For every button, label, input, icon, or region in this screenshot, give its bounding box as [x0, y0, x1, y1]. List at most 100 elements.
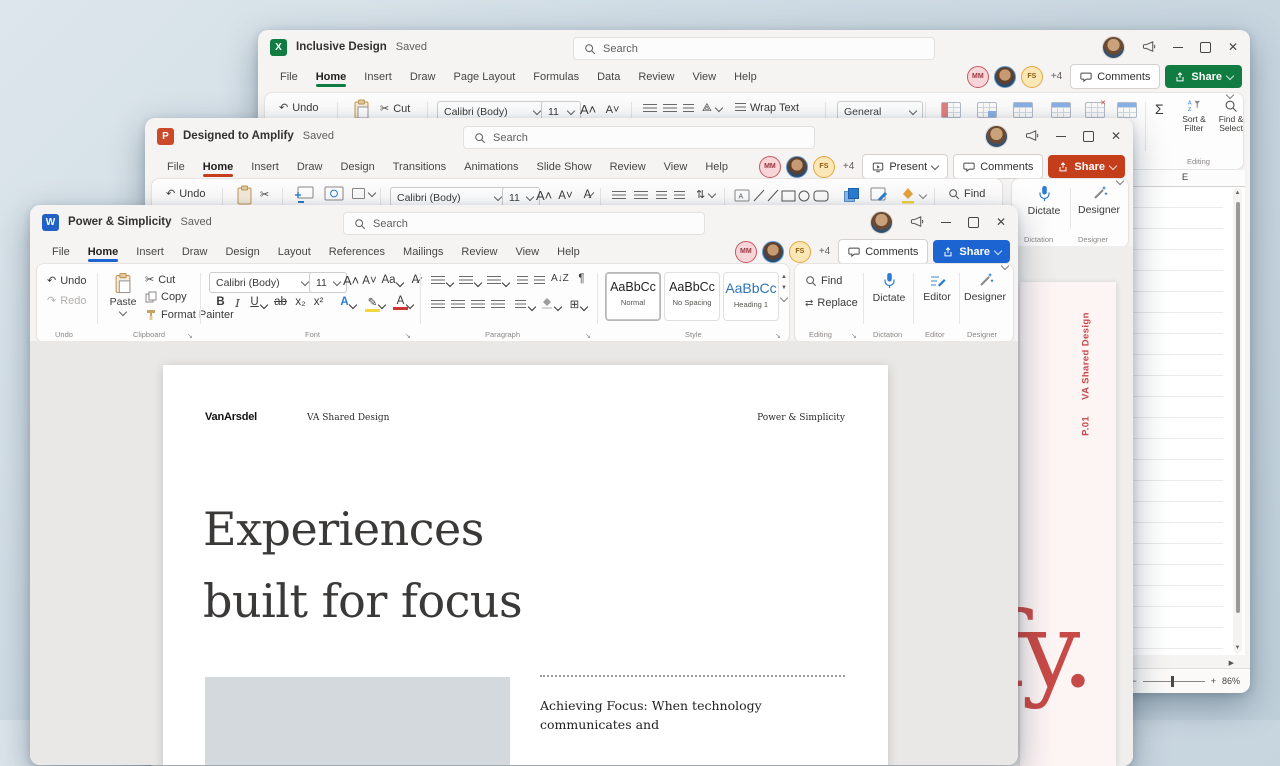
decrease-indent-button[interactable]: [517, 276, 528, 286]
styles-gallery-up-arrow[interactable]: ▲: [781, 274, 787, 280]
collaborator-avatar-fs[interactable]: FS: [788, 240, 811, 263]
underline-button[interactable]: U: [247, 296, 262, 308]
document-page[interactable]: VanArsdel VA Shared Design Power & Simpl…: [163, 365, 888, 765]
tab-data[interactable]: Data: [589, 68, 628, 86]
user-avatar[interactable]: [1101, 35, 1125, 59]
indent-increase-button[interactable]: [674, 191, 685, 201]
collaborator-avatar-photo[interactable]: [785, 155, 808, 178]
collaborator-overflow-count[interactable]: +4: [843, 161, 854, 172]
tab-file[interactable]: File: [159, 158, 193, 176]
tab-design[interactable]: Design: [332, 158, 382, 176]
align-center-button[interactable]: [451, 300, 465, 310]
user-avatar[interactable]: [984, 124, 1008, 148]
sheet-nav-arrow[interactable]: ▶: [1229, 659, 1234, 667]
collaborator-overflow-count[interactable]: +4: [819, 246, 830, 257]
tab-file[interactable]: File: [44, 243, 78, 261]
styles-gallery-expand[interactable]: [779, 293, 789, 303]
grow-font-button[interactable]: A˄: [536, 188, 552, 203]
font-dialog-launcher[interactable]: ↘: [405, 332, 411, 340]
comments-button[interactable]: Comments: [953, 154, 1044, 179]
style-dialog-launcher[interactable]: ↘: [775, 332, 781, 340]
minimize-button[interactable]: [1055, 135, 1066, 137]
tab-references[interactable]: References: [321, 243, 393, 261]
collaborator-avatar-mm[interactable]: MM: [758, 155, 781, 178]
maximize-button[interactable]: [1199, 41, 1211, 53]
designer-button[interactable]: Designer: [1076, 185, 1122, 216]
tab-layout[interactable]: Layout: [270, 243, 319, 261]
format-painter-button[interactable]: Format Painter: [145, 309, 234, 321]
zoom-slider[interactable]: [1142, 675, 1205, 687]
superscript-button[interactable]: x²: [311, 296, 326, 308]
tab-mailings[interactable]: Mailings: [395, 243, 451, 261]
tab-draw[interactable]: Draw: [174, 243, 216, 261]
font-size-select[interactable]: 11: [309, 272, 347, 293]
excel-search-box[interactable]: Search: [573, 37, 935, 60]
tab-review[interactable]: Review: [602, 158, 654, 176]
tab-view[interactable]: View: [684, 68, 724, 86]
excel-sheet-area[interactable]: E ▲ ▼: [1124, 170, 1245, 655]
delete-cells-button[interactable]: [1085, 99, 1106, 118]
style-heading-1[interactable]: AaBbCc Heading 1: [723, 272, 779, 321]
strikethrough-button[interactable]: ab: [273, 296, 288, 308]
line-spacing-button[interactable]: [515, 300, 526, 310]
collaborator-avatar-fs[interactable]: FS: [1020, 65, 1043, 88]
grow-font-button[interactable]: A˄: [343, 273, 359, 288]
collaborator-avatar-photo[interactable]: [761, 240, 784, 263]
tab-design[interactable]: Design: [217, 243, 267, 261]
comments-button[interactable]: Comments: [1070, 64, 1161, 89]
minimize-button[interactable]: [940, 221, 951, 223]
numbering-button[interactable]: [634, 191, 648, 201]
grow-font-button[interactable]: A˄: [580, 102, 596, 117]
collaborator-avatar-fs[interactable]: FS: [812, 155, 835, 178]
tab-home[interactable]: Home: [80, 243, 127, 262]
styles-gallery-down-arrow[interactable]: ▼: [781, 285, 787, 291]
editor-button[interactable]: Editor: [919, 272, 955, 303]
tab-help[interactable]: Help: [549, 243, 588, 261]
ribbon-collapse-chevron[interactable]: [1225, 90, 1235, 100]
scroll-down-arrow[interactable]: ▼: [1233, 645, 1242, 651]
format-button[interactable]: [1117, 102, 1137, 118]
tab-help[interactable]: Help: [726, 68, 765, 86]
shape-fill-button[interactable]: [900, 186, 916, 204]
align-middle-icon[interactable]: [663, 104, 677, 114]
shapes-gallery[interactable]: A: [734, 187, 832, 205]
vertical-scrollbar[interactable]: ▲ ▼: [1233, 188, 1242, 653]
dictate-button[interactable]: Dictate: [869, 272, 909, 304]
shading-button[interactable]: [541, 297, 553, 309]
tab-home[interactable]: Home: [308, 68, 355, 87]
collaborator-avatar-mm[interactable]: MM: [966, 65, 989, 88]
conditional-formatting-button[interactable]: [941, 102, 961, 118]
cut-button[interactable]: ✂: [260, 188, 269, 201]
close-button[interactable]: ✕: [1111, 129, 1121, 143]
shrink-font-button[interactable]: A˅: [362, 275, 377, 287]
new-slide-button[interactable]: [294, 186, 314, 203]
multilevel-list-button[interactable]: [487, 276, 501, 286]
tab-help[interactable]: Help: [697, 158, 736, 176]
share-button[interactable]: Share: [933, 240, 1010, 263]
find-button[interactable]: Find: [948, 188, 985, 200]
tab-formulas[interactable]: Formulas: [525, 68, 587, 86]
shrink-font-button[interactable]: A˅: [605, 104, 620, 116]
tab-view[interactable]: View: [656, 158, 696, 176]
tab-insert[interactable]: Insert: [356, 68, 400, 86]
bullets-button[interactable]: [612, 191, 626, 201]
cut-button[interactable]: ✂ Cut: [145, 273, 175, 287]
numbering-button[interactable]: [459, 276, 473, 286]
change-case-button[interactable]: Aa: [381, 274, 396, 286]
style-no-spacing[interactable]: AaBbCc No Spacing: [664, 272, 720, 321]
tab-home[interactable]: Home: [195, 158, 242, 177]
column-header[interactable]: E: [1125, 170, 1245, 187]
tab-draw[interactable]: Draw: [289, 158, 331, 176]
align-right-button[interactable]: [471, 300, 485, 310]
slide-layout-button[interactable]: [324, 186, 344, 203]
cell-styles-button[interactable]: [1013, 102, 1033, 118]
maximize-button[interactable]: [967, 216, 979, 228]
scrollbar-thumb[interactable]: [1235, 202, 1240, 613]
scroll-up-arrow[interactable]: ▲: [1233, 190, 1242, 196]
tab-insert[interactable]: Insert: [128, 243, 172, 261]
paragraph-dialog-launcher[interactable]: ↘: [585, 332, 591, 340]
zoom-in-button[interactable]: +: [1211, 676, 1216, 686]
present-button[interactable]: Present: [862, 154, 949, 179]
close-button[interactable]: ✕: [996, 215, 1006, 229]
clipboard-dialog-launcher[interactable]: ↘: [187, 332, 193, 340]
